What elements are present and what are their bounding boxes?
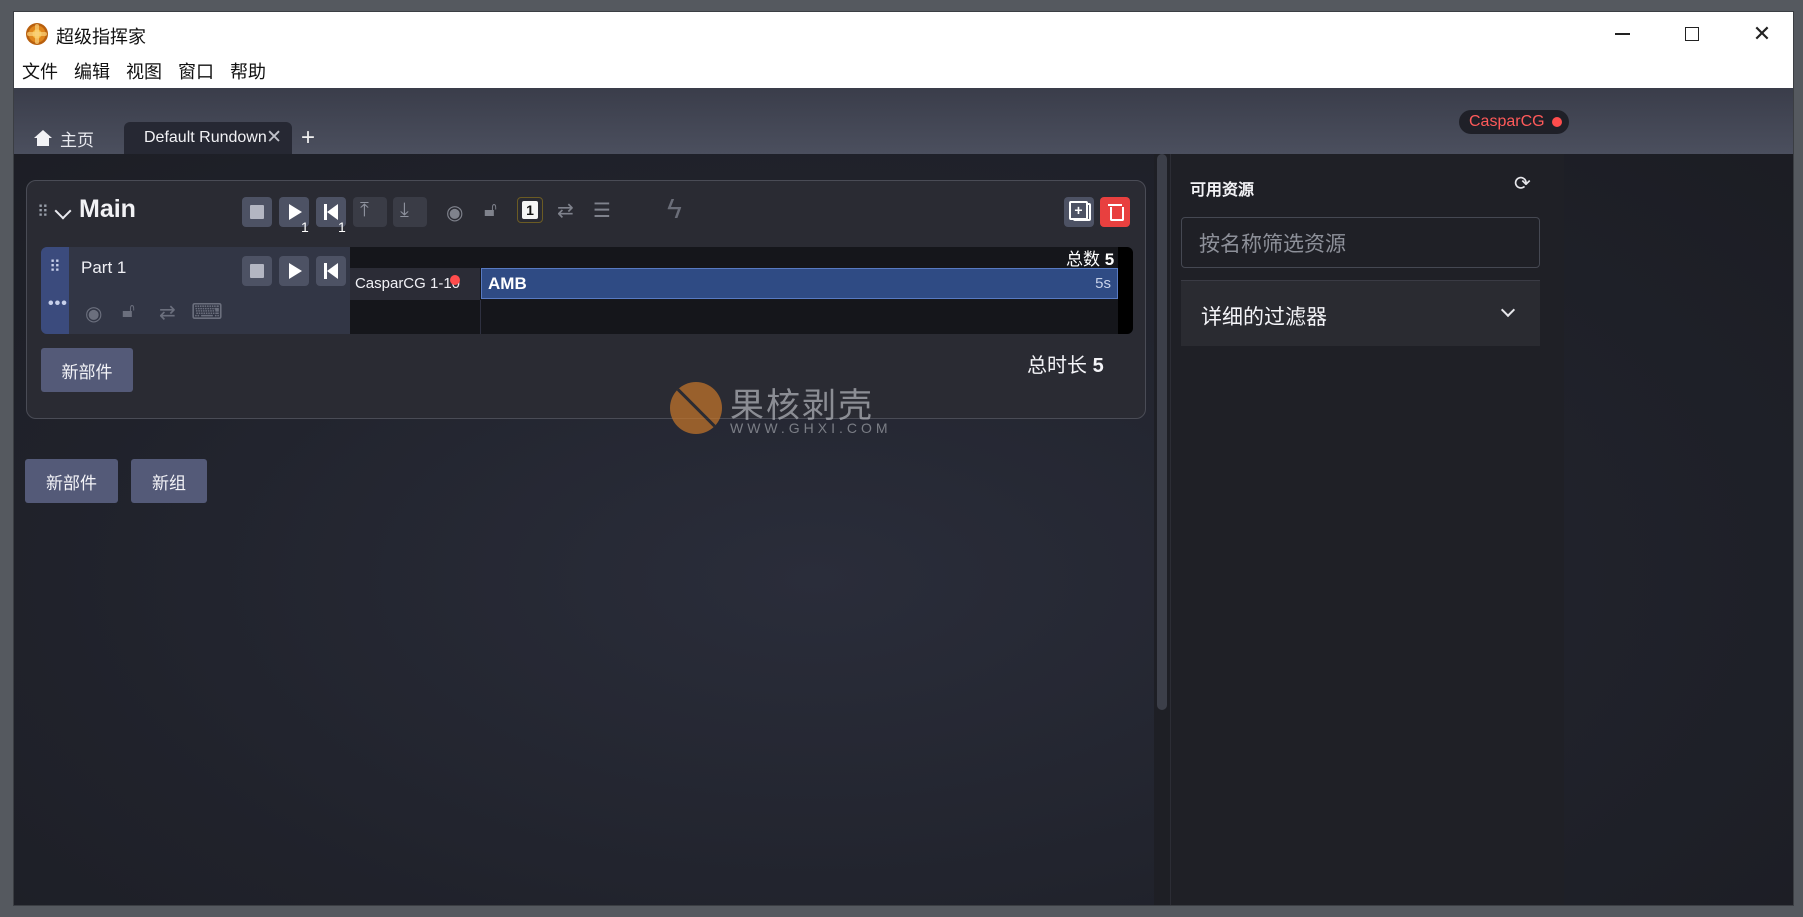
group-name: Main <box>79 195 136 223</box>
timeline-clip[interactable]: AMB 5s <box>481 268 1118 299</box>
app-content: 主页 Default Rundown ✕ + CasparCG ⠿ Main 1… <box>14 88 1793 905</box>
watermark-logo-icon <box>670 382 722 434</box>
new-group-button[interactable]: 新组 <box>131 459 207 503</box>
arrow-top-icon: ⤒ <box>360 199 369 221</box>
delete-group-button[interactable] <box>1100 197 1130 227</box>
lock-icon[interactable]: 🔓︎ <box>122 300 135 323</box>
skip-back-icon <box>324 263 338 279</box>
part-name: Part 1 <box>81 258 127 277</box>
watermark-url: WWW.GHXI.COM <box>730 420 892 436</box>
menu-view[interactable]: 视图 <box>118 56 170 88</box>
tab-label: Default Rundown <box>144 129 267 146</box>
play-icon <box>289 263 302 279</box>
tab-bar: 主页 Default Rundown ✕ + CasparCG <box>14 88 1793 154</box>
detailed-filter-label: 详细的过滤器 <box>1201 306 1327 329</box>
timeline-divider <box>480 300 481 334</box>
close-window-button[interactable]: ✕ <box>1727 12 1793 56</box>
clip-duration: 5s <box>1095 275 1111 292</box>
resources-title: 可用资源 <box>1190 182 1255 199</box>
group-card: ⠿ Main 1 1 ⤒ ⤓ ◉ 🔓︎ 1 ⇄ ☰ ϟ ⠿ ••• <box>26 180 1146 419</box>
skip-back-icon <box>324 204 338 220</box>
part-timeline: CasparCG 1-10 AMB 5s 总数 5 <box>350 247 1133 334</box>
add-tab-button[interactable]: + <box>301 122 315 154</box>
total-duration-value: 5 <box>1092 355 1104 377</box>
server-status-badge[interactable]: CasparCG <box>1459 110 1569 134</box>
layer-name: CasparCG 1-10 <box>354 275 460 292</box>
arrow-bottom-icon: ⤓ <box>400 199 409 221</box>
refresh-icon[interactable]: ⟳ <box>1514 171 1531 196</box>
lock-icon[interactable]: 🔓︎ <box>484 199 497 222</box>
stop-icon <box>250 205 264 219</box>
new-part-in-group-button[interactable]: 新部件 <box>41 348 133 392</box>
server-status-label: CasparCG <box>1469 113 1545 130</box>
count-label: 总数 <box>1066 250 1100 269</box>
timeline-end-band <box>1118 247 1133 334</box>
play-icon <box>289 204 302 220</box>
close-tab-icon[interactable]: ✕ <box>266 126 282 149</box>
keyboard-icon[interactable]: ⌨ <box>191 299 223 325</box>
status-dot-icon <box>1551 117 1562 127</box>
minimize-button[interactable] <box>1587 12 1657 56</box>
group-total-duration: 总时长 5 <box>1027 349 1104 378</box>
channel-number: 1 <box>522 201 538 219</box>
drag-handle-icon[interactable]: ⠿ <box>37 202 49 222</box>
tab-home-label: 主页 <box>60 130 94 150</box>
menu-edit[interactable]: 编辑 <box>66 56 118 88</box>
resource-filter-input[interactable]: 按名称筛选资源 <box>1181 217 1540 268</box>
repeat-icon[interactable]: ⇄ <box>159 300 176 325</box>
total-duration-label: 总时长 <box>1027 355 1087 377</box>
clip-name: AMB <box>488 274 527 293</box>
part-stop-button[interactable] <box>242 256 272 286</box>
duplicate-group-button[interactable] <box>1064 197 1094 227</box>
app-logo-icon <box>26 23 48 45</box>
app-window: 超级指挥家 ✕ 文件 编辑 视图 窗口 帮助 主页 Default Rundow… <box>14 12 1793 905</box>
part-row: ⠿ ••• Part 1 ◉ 🔓︎ ⇄ ⌨ CasparCG 1-10 AMB … <box>41 247 1133 334</box>
play-first-button[interactable]: ⤒ <box>353 197 387 227</box>
detailed-filter-toggle[interactable]: 详细的过滤器 <box>1181 280 1540 346</box>
maximize-icon <box>1685 27 1699 41</box>
group-stop-button[interactable] <box>242 197 272 227</box>
playlist-icon[interactable]: ☰ <box>593 198 611 223</box>
repeat-icon[interactable]: ⇄ <box>557 198 574 223</box>
maximize-button[interactable] <box>1657 12 1727 56</box>
watermark: 果核剥壳 WWW.GHXI.COM <box>670 382 910 440</box>
menu-bar: 文件 编辑 视图 窗口 帮助 <box>14 56 1793 88</box>
stop-icon <box>250 264 264 278</box>
menu-file[interactable]: 文件 <box>14 56 66 88</box>
menu-window[interactable]: 窗口 <box>170 56 222 88</box>
play-counter: 1 <box>301 219 309 235</box>
back-counter: 1 <box>338 219 346 235</box>
close-icon: ✕ <box>1752 21 1772 46</box>
part-handle[interactable]: ⠿ ••• <box>41 247 69 334</box>
part-play-button[interactable] <box>279 256 309 286</box>
count-value: 5 <box>1104 250 1115 269</box>
eye-icon[interactable]: ◉ <box>446 200 463 225</box>
collapse-chevron-icon[interactable] <box>54 202 72 220</box>
play-last-button[interactable]: ⤓ <box>393 197 427 227</box>
lightning-icon[interactable]: ϟ <box>667 193 682 225</box>
layer-label: CasparCG 1-10 <box>350 268 480 300</box>
eye-icon[interactable]: ◉ <box>85 301 102 326</box>
tab-home[interactable]: 主页 <box>34 122 94 154</box>
home-icon <box>34 130 52 146</box>
scrollbar-thumb[interactable] <box>1157 154 1167 710</box>
minimize-icon <box>1614 33 1630 35</box>
drag-handle-icon[interactable]: ⠿ <box>49 257 61 277</box>
tab-default-rundown[interactable]: Default Rundown ✕ <box>124 122 292 154</box>
window-title: 超级指挥家 <box>56 27 146 47</box>
new-part-button[interactable]: 新部件 <box>25 459 118 503</box>
menu-help[interactable]: 帮助 <box>222 56 274 88</box>
channel-number-badge[interactable]: 1 <box>517 197 543 223</box>
part-restart-button[interactable] <box>316 256 346 286</box>
layer-status-dot-icon <box>450 275 460 285</box>
more-options-icon[interactable]: ••• <box>48 295 68 313</box>
title-bar: 超级指挥家 ✕ <box>14 12 1793 56</box>
part-total-count: 总数 5 <box>1066 247 1114 270</box>
chevron-down-icon <box>1500 302 1516 318</box>
resources-panel: 可用资源 ⟳ 按名称筛选资源 详细的过滤器 <box>1170 154 1564 905</box>
